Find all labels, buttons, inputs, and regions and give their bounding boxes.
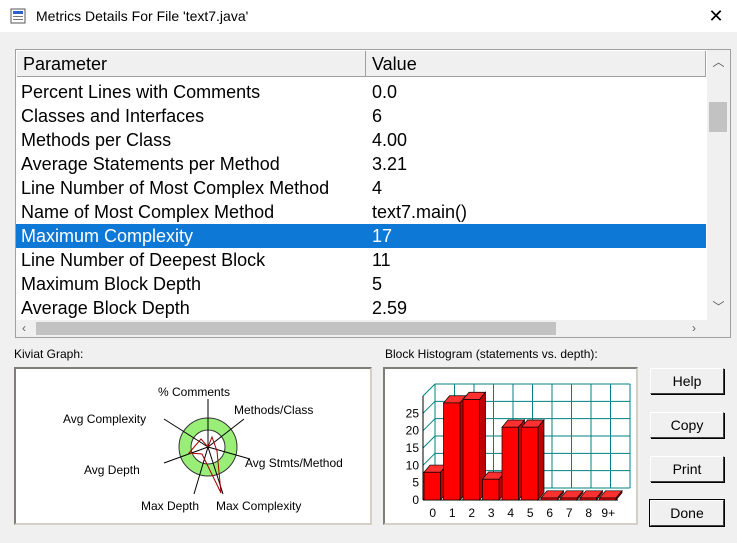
parameter-cell: Methods per Class (21, 130, 172, 150)
value-cell: text7.main() (372, 202, 468, 222)
histogram-bar (462, 399, 480, 501)
table-row[interactable]: Average Block Depth 2.59 (16, 296, 706, 320)
kiviat-graph-panel: % Comments Methods/Class Avg Stmts/Metho… (14, 367, 372, 525)
parameter-cell: Average Block Depth (21, 298, 190, 318)
close-button[interactable]: ✕ (703, 3, 729, 29)
histogram-bar (599, 497, 617, 501)
histogram-panel: 25 20 15 10 5 0 0 1 2 3 4 5 6 7 8 9+ (383, 367, 638, 525)
kiviat-graph: % Comments Methods/Class Avg Stmts/Metho… (63, 385, 343, 513)
histogram-bar-side (537, 419, 545, 501)
value-cell: 6 (372, 106, 383, 126)
horizontal-scrollbar[interactable]: ‹ › (16, 320, 707, 337)
value-cell: 0.0 (372, 82, 398, 102)
grid-viewport: Parameter Value Percent Lines with Comme… (16, 50, 706, 320)
help-button[interactable]: Help (650, 368, 724, 394)
value-cell: 17 (372, 226, 393, 246)
histogram-y-tick-label: 15 (406, 441, 420, 455)
histogram-label: Block Histogram (statements vs. depth): (385, 347, 598, 361)
window-title: Metrics Details For File 'text7.java' (36, 8, 249, 24)
histogram-y-tick-label: 0 (412, 493, 419, 507)
value-cell: 4 (372, 178, 383, 198)
table-row[interactable]: Classes and Interfaces 6 (16, 104, 706, 128)
histogram-x-tick-label: 2 (468, 506, 475, 520)
parameter-cell: Line Number of Most Complex Method (21, 178, 330, 198)
done-button[interactable]: Done (649, 499, 725, 527)
value-cell: 3.21 (372, 154, 408, 174)
histogram-bar (443, 402, 461, 501)
histogram-bar (423, 471, 441, 501)
histogram-y-tick-label: 5 (412, 476, 419, 490)
histogram-bar (482, 478, 500, 501)
block-histogram: 25201510500 1 2 3 4 5 6 7 8 9+ (406, 383, 631, 520)
table-row[interactable]: Percent Lines with Comments 0.0 (16, 80, 706, 104)
kiviat-axis-label: Methods/Class (234, 403, 313, 417)
scroll-up-icon[interactable]: ︿ (707, 52, 730, 72)
scroll-down-icon[interactable]: ﹀ (707, 297, 730, 317)
value-cell: 2.59 (372, 298, 408, 318)
parameter-cell: Maximum Block Depth (21, 274, 202, 294)
parameter-cell: Line Number of Deepest Block (21, 250, 266, 270)
metrics-grid[interactable]: Parameter Value Percent Lines with Comme… (15, 49, 731, 338)
histogram-y-tick-label: 10 (406, 458, 420, 472)
print-button[interactable]: Print (650, 456, 724, 482)
histogram-x-tick-label: 6 (546, 506, 553, 520)
parameter-cell: Classes and Interfaces (21, 106, 205, 126)
copy-button[interactable]: Copy (650, 412, 724, 438)
vertical-scroll-thumb[interactable] (709, 102, 727, 132)
table-row[interactable]: Line Number of Most Complex Method 4 (16, 176, 706, 200)
histogram-bar (521, 426, 539, 501)
value-cell: 11 (372, 250, 391, 270)
kiviat-axis-label: % Comments (158, 385, 230, 399)
histogram-bar (540, 497, 558, 501)
parameter-cell: Maximum Complexity (21, 226, 194, 246)
vertical-scrollbar[interactable]: ︿ ﹀ (707, 50, 730, 320)
scroll-left-icon[interactable]: ‹ (16, 318, 32, 338)
histogram-bar (501, 426, 519, 501)
histogram-gridline (422, 383, 436, 397)
histogram-x-tick-label: 1 (449, 506, 456, 520)
table-row[interactable]: Maximum Complexity 17 (16, 224, 706, 248)
histogram-x-tick-label: 9+ (601, 506, 615, 520)
scroll-corner (707, 320, 730, 337)
histogram-y-tick-label: 20 (406, 424, 420, 438)
kiviat-axis-label: Max Depth (141, 499, 199, 513)
kiviat-graph-label: Kiviat Graph: (14, 347, 84, 361)
app-icon (10, 8, 26, 24)
table-row[interactable]: Maximum Block Depth 5 (16, 272, 706, 296)
column-header-value[interactable]: Value (366, 51, 706, 77)
table-row[interactable]: Line Number of Deepest Block 11 (16, 248, 706, 272)
parameter-cell: Average Statements per Method (21, 154, 280, 174)
kiviat-axis-label: Max Complexity (216, 499, 301, 513)
kiviat-axis-label: Avg Depth (84, 463, 140, 477)
title-bar: Metrics Details For File 'text7.java' ✕ (0, 0, 737, 32)
histogram-x-tick-label: 3 (488, 506, 495, 520)
parameter-cell: Percent Lines with Comments (21, 82, 261, 102)
histogram-gridline (422, 418, 436, 432)
table-row[interactable]: Average Statements per Method 3.21 (16, 152, 706, 176)
histogram-x-tick-label: 8 (585, 506, 592, 520)
scroll-right-icon[interactable]: › (686, 318, 702, 338)
horizontal-scroll-thumb[interactable] (36, 322, 556, 335)
value-cell: 5 (372, 274, 383, 294)
histogram-y-tick-label: 25 (406, 406, 420, 420)
histogram-x-tick-label: 0 (429, 506, 436, 520)
histogram-x-tick-label: 5 (527, 506, 534, 520)
column-header-parameter[interactable]: Parameter (17, 51, 366, 77)
histogram-gridline (422, 435, 436, 449)
table-row[interactable]: Name of Most Complex Method text7.main() (16, 200, 706, 224)
histogram-bar (579, 497, 597, 501)
histogram-bar (560, 497, 578, 501)
histogram-x-tick-label: 7 (566, 506, 573, 520)
value-cell: 4.00 (372, 130, 408, 150)
kiviat-axis-label: Avg Stmts/Method (245, 456, 343, 470)
histogram-gridline (422, 452, 436, 466)
kiviat-axis-label: Avg Complexity (63, 412, 146, 426)
histogram-gridline (422, 400, 436, 414)
histogram-x-tick-label: 4 (507, 506, 514, 520)
parameter-cell: Name of Most Complex Method (21, 202, 275, 222)
table-row[interactable]: Methods per Class 4.00 (16, 128, 706, 152)
